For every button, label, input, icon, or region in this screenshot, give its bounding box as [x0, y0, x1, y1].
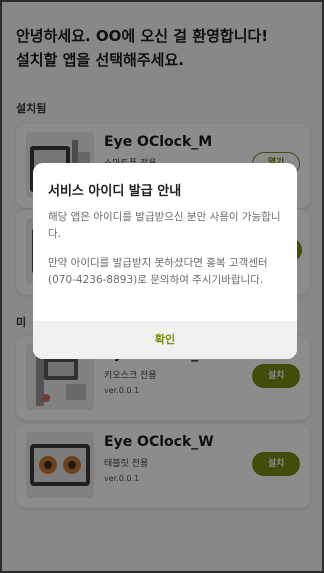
dialog-body: 해당 앱은 아이디를 발급받으신 분만 사용이 가능합니다. 만약 아이디를 발…	[48, 209, 286, 301]
dialog-paragraph-2: 만약 아이디를 발급받지 못하셨다면 홍복 고객센터(070-4236-8893…	[48, 257, 268, 286]
service-id-dialog: 서비스 아이디 발급 안내 해당 앱은 아이디를 발급받으신 분만 사용이 가능…	[33, 163, 297, 359]
dialog-title: 서비스 아이디 발급 안내	[48, 184, 182, 199]
confirm-button[interactable]: 확인	[33, 321, 297, 359]
app-screen: 안녕하세요. OO에 오신 걸 환영합니다! 설치할 앱을 선택해주세요. 설치…	[0, 0, 324, 573]
dialog-paragraph-1: 해당 앱은 아이디를 발급받으신 분만 사용이 가능합니다.	[48, 211, 281, 240]
